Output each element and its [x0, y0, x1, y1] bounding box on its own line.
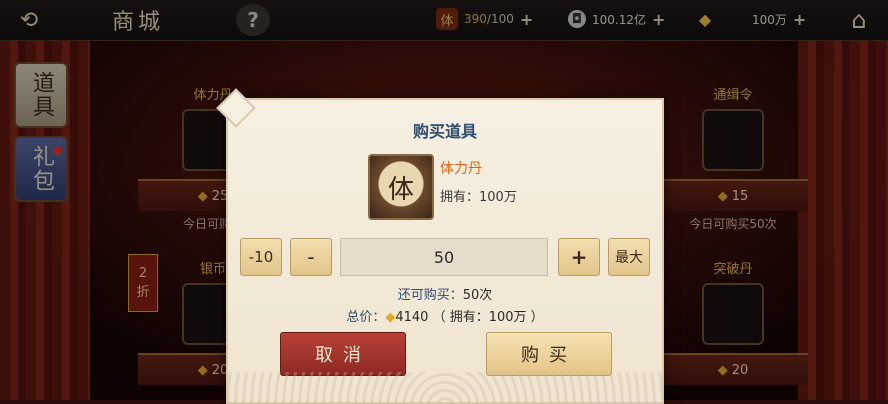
minus-ten-button[interactable]: -10: [240, 238, 282, 276]
owned-value: 100万: [479, 190, 517, 205]
remain-value: 50次: [462, 288, 493, 303]
item-glyph: 体: [387, 174, 414, 205]
owned-label: 拥有：: [440, 190, 480, 205]
item-icon: 体: [368, 154, 434, 220]
purchase-dialog: 购买道具 体 体力丹 拥有：100万 -10 - 50 + 最大 还可购买：50…: [216, 88, 664, 404]
total-owned: （ 拥有：100万 ）: [432, 310, 544, 325]
remain-label: 还可购买：: [397, 288, 463, 303]
dialog-title: 购买道具: [412, 122, 477, 141]
buy-button[interactable]: 购买: [486, 332, 612, 376]
cancel-button[interactable]: 取消: [280, 332, 406, 376]
item-name: 体力丹: [440, 161, 482, 177]
total-label: 总价：: [346, 310, 386, 325]
item-owned: 拥有：100万: [440, 186, 517, 205]
remaining-purchases: 还可购买：50次: [228, 284, 662, 303]
quantity-input[interactable]: 50: [340, 238, 548, 276]
max-button[interactable]: 最大: [608, 238, 650, 276]
minus-button[interactable]: -: [290, 238, 332, 276]
total-price: 总价：◆4140 （ 拥有：100万 ）: [228, 306, 662, 325]
gold-ingot-icon: ◆: [385, 310, 396, 325]
plus-button[interactable]: +: [558, 238, 600, 276]
wave-pattern: [228, 372, 662, 402]
total-value: 4140: [395, 310, 429, 325]
